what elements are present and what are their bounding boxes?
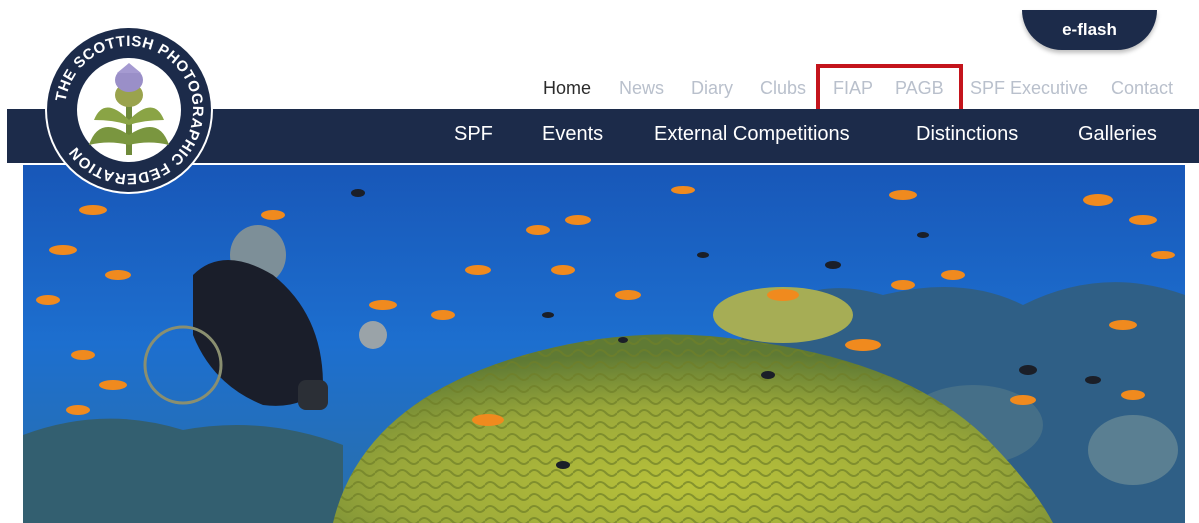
spf-logo[interactable]: THE SCOTTISH PHOTOGRAPHIC FEDERATION <box>44 25 214 195</box>
main-nav-distinctions[interactable]: Distinctions <box>916 123 1018 146</box>
top-nav-clubs[interactable]: Clubs <box>760 78 806 99</box>
annotation-highlight-box <box>816 64 963 114</box>
top-nav-contact[interactable]: Contact <box>1111 78 1173 99</box>
main-nav-spf[interactable]: SPF <box>454 123 493 146</box>
top-nav-home[interactable]: Home <box>543 78 591 99</box>
top-nav-news[interactable]: News <box>619 78 664 99</box>
top-nav-spf-executive[interactable]: SPF Executive <box>970 78 1088 99</box>
eflash-button[interactable]: e-flash <box>1022 10 1157 50</box>
main-nav-external-competitions[interactable]: External Competitions <box>654 123 850 146</box>
hero-image <box>23 165 1185 523</box>
top-nav-diary[interactable]: Diary <box>691 78 733 99</box>
main-nav-galleries[interactable]: Galleries <box>1078 123 1157 146</box>
main-nav-events[interactable]: Events <box>542 123 603 146</box>
